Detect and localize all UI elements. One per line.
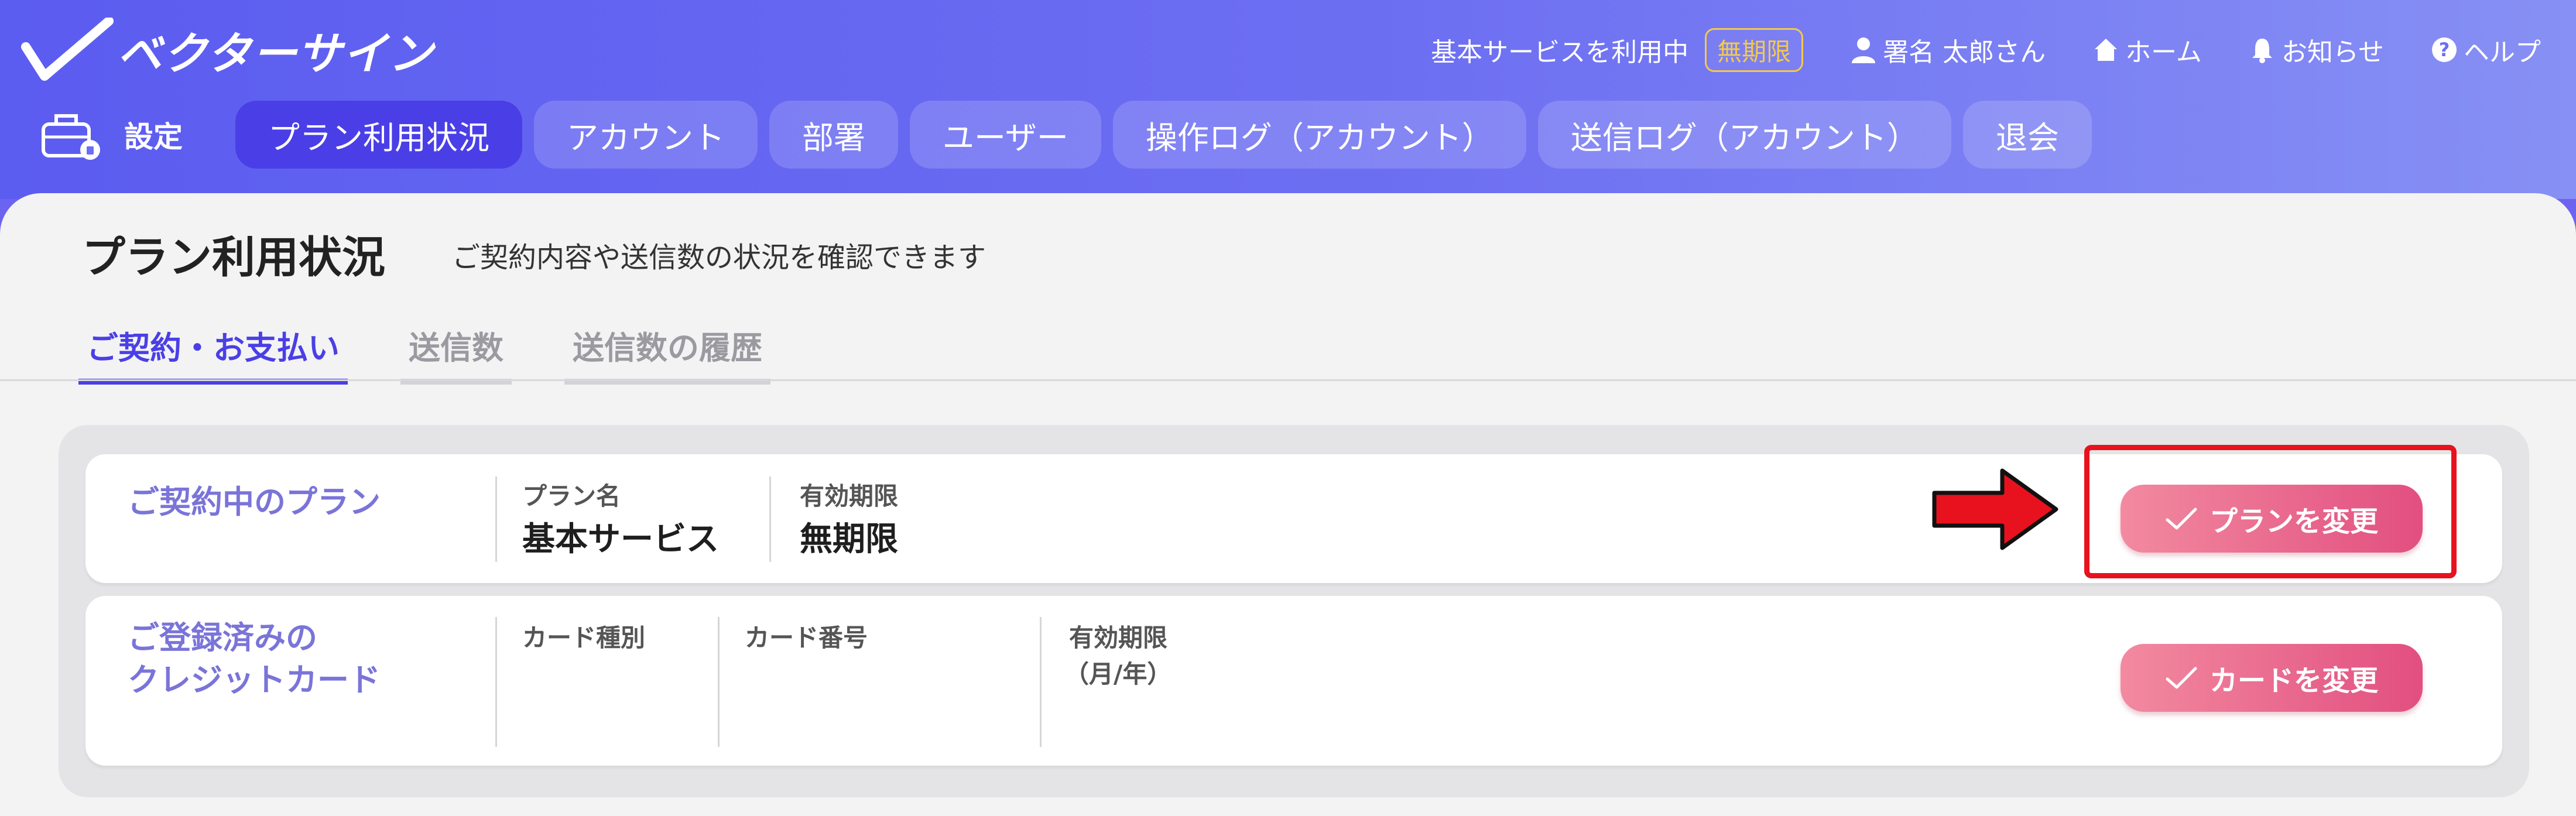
separator xyxy=(1040,617,1042,747)
annotation-arrow-icon xyxy=(1932,468,2058,550)
plan-badge: 無期限 xyxy=(1705,28,1804,72)
help-link[interactable]: ? ヘルプ xyxy=(2431,31,2541,68)
separator xyxy=(495,476,497,562)
app-name: ベクターサイン xyxy=(117,28,434,80)
change-card-button[interactable]: カードを変更 xyxy=(2121,644,2423,712)
tab-divider xyxy=(0,379,2576,381)
expiry-value: 無期限 xyxy=(800,520,898,558)
plan-name-label: プラン名 xyxy=(522,482,621,510)
credit-card-card: ご登録済みの クレジットカード カード種別 カード番号 有効期限 （月/年） カ… xyxy=(85,596,2502,766)
subtab-send-count[interactable]: 送信数 xyxy=(400,322,512,385)
app-header: ベクターサイン 基本サービスを利用中 無期限 署名 太郎さん ホーム お知らせ xyxy=(0,0,2576,199)
settings-toolbox-icon xyxy=(42,114,100,160)
user-menu[interactable]: 署名 太郎さん xyxy=(1850,31,2046,68)
user-icon xyxy=(1852,37,1876,63)
tab-account[interactable]: アカウント xyxy=(534,101,758,169)
annotation-highlight-box xyxy=(2084,445,2457,578)
card-number-label: カード番号 xyxy=(745,623,868,652)
tab-department[interactable]: 部署 xyxy=(769,101,898,169)
logo-check-icon xyxy=(21,18,114,81)
sub-tabs: ご契約・お支払い 送信数 送信数の履歴 xyxy=(78,322,823,385)
help-icon: ? xyxy=(2432,37,2457,62)
card-expiry-format-label: （月/年） xyxy=(1064,660,1172,688)
change-card-label: カードを変更 xyxy=(2209,664,2378,697)
page-subtitle: ご契約内容や送信数の状況を確認できます xyxy=(452,241,986,274)
main-nav: 設定 プラン利用状況 アカウント 部署 ユーザー 操作ログ（アカウント） 送信ロ… xyxy=(39,100,2104,170)
bell-icon xyxy=(2252,39,2272,63)
help-label: ヘルプ xyxy=(2464,37,2541,67)
service-status: 基本サービスを利用中 xyxy=(1431,37,1689,67)
tab-users[interactable]: ユーザー xyxy=(910,101,1101,169)
svg-text:?: ? xyxy=(2439,39,2450,61)
card-expiry-label: 有効期限 xyxy=(1069,623,1168,652)
plan-name-value: 基本サービス xyxy=(522,520,719,558)
home-icon xyxy=(2095,39,2118,61)
separator xyxy=(495,617,497,747)
topbar: 基本サービスを利用中 無期限 署名 太郎さん ホーム お知らせ ? ヘルプ xyxy=(1431,23,2541,76)
home-link[interactable]: ホーム xyxy=(2092,31,2202,68)
tab-operation-log[interactable]: 操作ログ（アカウント） xyxy=(1112,101,1526,169)
user-name: 署名 太郎さん xyxy=(1883,37,2046,67)
separator xyxy=(769,476,771,562)
home-label: ホーム xyxy=(2125,37,2202,67)
tab-plan-usage[interactable]: プラン利用状況 xyxy=(235,101,522,169)
card-type-label: カード種別 xyxy=(522,623,646,652)
tab-send-log[interactable]: 送信ログ（アカウント） xyxy=(1537,101,1951,169)
subtab-contract-payment[interactable]: ご契約・お支払い xyxy=(78,322,348,385)
page-title: プラン利用状況 xyxy=(82,232,385,283)
subtab-send-history[interactable]: 送信数の履歴 xyxy=(564,322,770,385)
credit-card-title-line1: ご登録済みの xyxy=(128,619,317,656)
check-icon xyxy=(2166,667,2197,689)
settings-label: 設定 xyxy=(124,120,183,154)
notice-link[interactable]: お知らせ xyxy=(2249,31,2384,68)
separator xyxy=(718,617,720,747)
tab-withdraw[interactable]: 退会 xyxy=(1962,101,2092,169)
expiry-label: 有効期限 xyxy=(800,482,899,510)
credit-card-title-line2: クレジットカード xyxy=(128,661,381,698)
settings-heading: 設定 xyxy=(39,105,183,164)
notice-label: お知らせ xyxy=(2281,37,2384,67)
credit-card-title: ご登録済みの クレジットカード xyxy=(128,617,381,701)
app-logo[interactable]: ベクターサイン xyxy=(21,12,434,88)
plan-card-title: ご契約中のプラン xyxy=(128,484,381,520)
